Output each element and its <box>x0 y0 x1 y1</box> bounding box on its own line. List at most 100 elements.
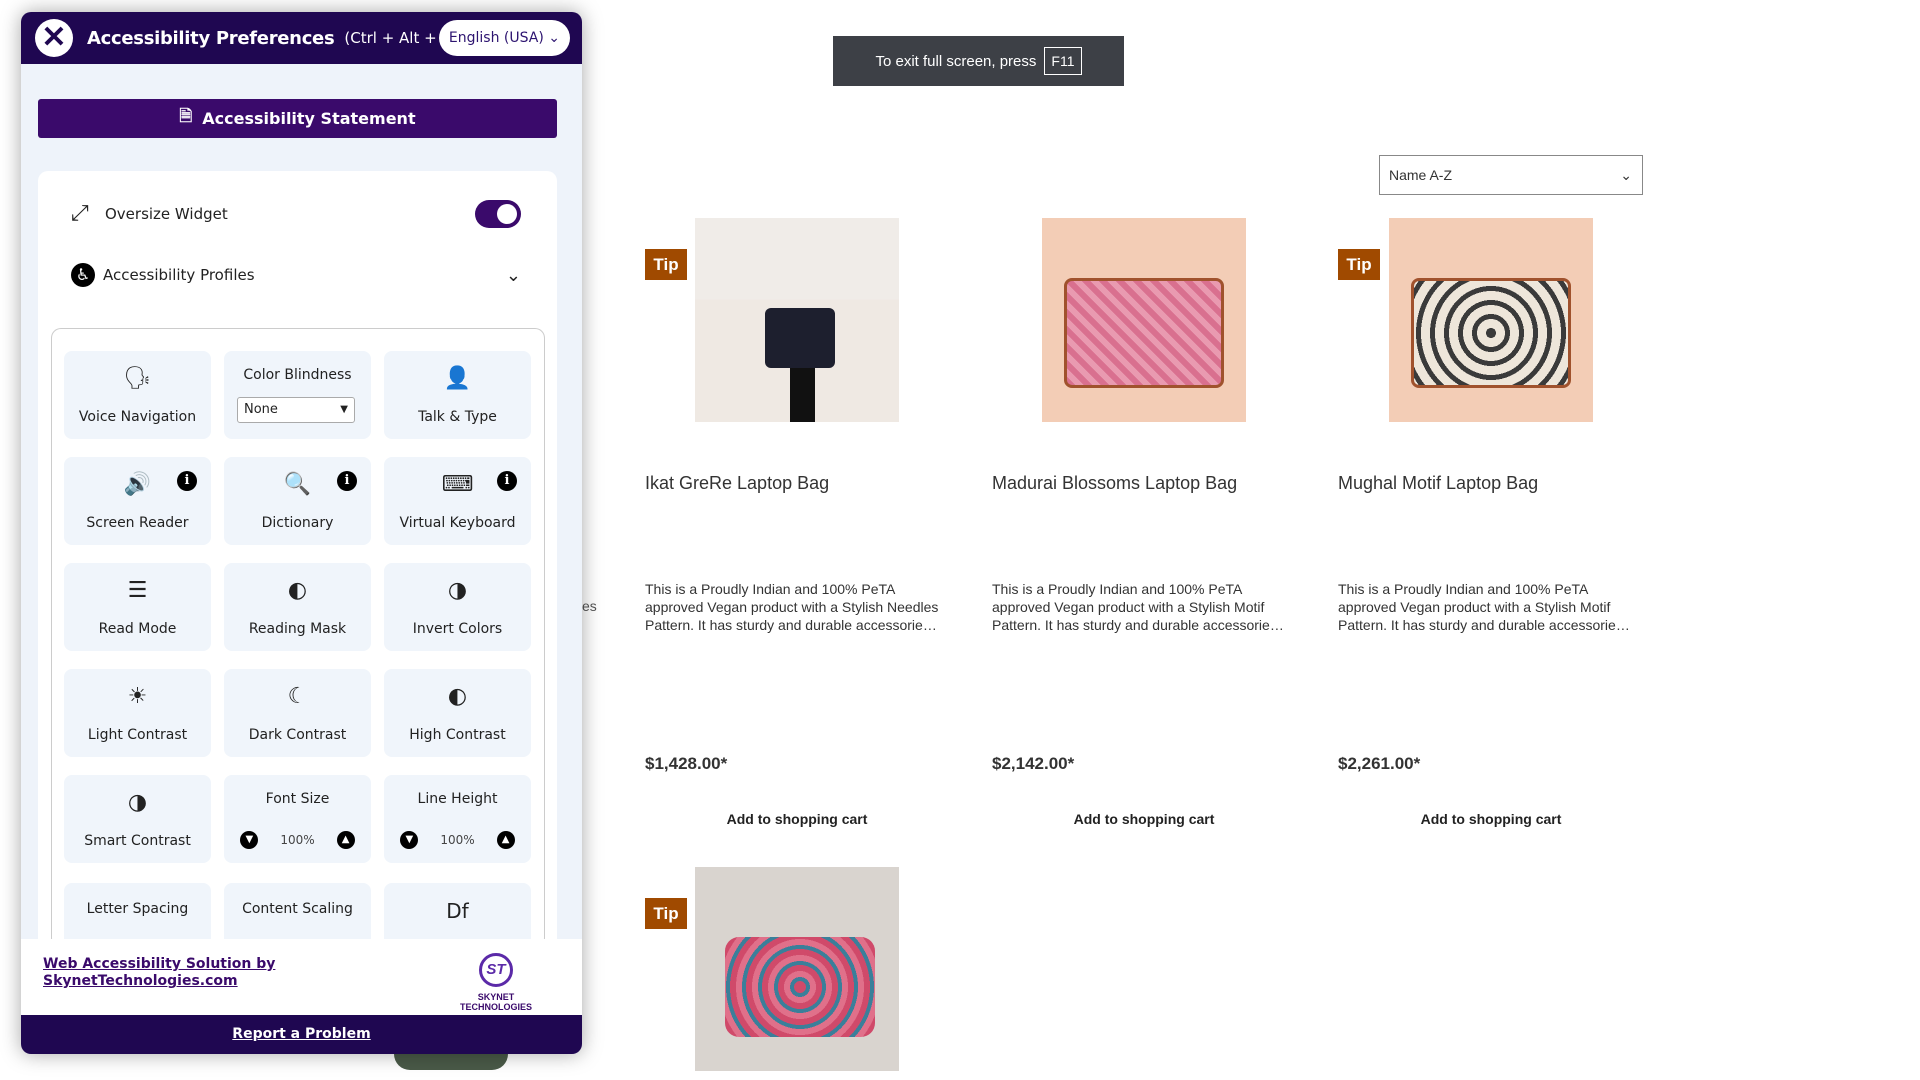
product-title[interactable]: Mughal Motif Laptop Bag <box>1338 473 1538 494</box>
profiles-label: Accessibility Profiles <box>103 266 255 284</box>
tile-label: Color Blindness <box>243 367 352 383</box>
reading-mask-tile[interactable]: ◐ Reading Mask <box>224 563 371 651</box>
product-title[interactable]: Ikat GreRe Laptop Bag <box>645 473 829 494</box>
language-value: English (USA) <box>448 30 544 46</box>
product-description: This is a Proudly Indian and 100% PeTA a… <box>992 581 1284 633</box>
info-icon[interactable]: i <box>337 471 357 491</box>
add-to-cart-button[interactable]: Add to shopping cart <box>695 811 899 827</box>
light-contrast-tile[interactable]: ☀ Light Contrast <box>64 669 211 757</box>
toast-key: F11 <box>1044 47 1082 75</box>
select-value: None <box>244 402 278 417</box>
line-height-value: 100% <box>440 833 475 847</box>
invert-drop-icon: ◑ <box>447 578 468 603</box>
tile-label: Content Scaling <box>242 901 353 917</box>
info-icon[interactable]: i <box>497 471 517 491</box>
tile-label: Dark Contrast <box>248 727 347 743</box>
tile-label: Read Mode <box>98 621 177 637</box>
voice-navigation-tile[interactable]: 🗣 Voice Navigation <box>64 351 211 439</box>
skynet-link[interactable]: Web Accessibility Solution by SkynetTech… <box>43 956 303 990</box>
tile-label: Invert Colors <box>412 621 503 637</box>
decrease-icon[interactable]: ▼ <box>400 831 419 849</box>
add-to-cart-button[interactable]: Add to shopping cart <box>1389 811 1593 827</box>
tip-badge: Tip <box>1338 249 1380 280</box>
logo-mark: ST <box>479 953 513 987</box>
product-image[interactable] <box>695 867 899 1071</box>
widget-header: ✕ Accessibility Preferences (Ctrl + Alt … <box>21 12 582 64</box>
smart-contrast-tile[interactable]: ◑ Smart Contrast <box>64 775 211 863</box>
oversize-widget-row: ⤢ Oversize Widget <box>71 199 551 228</box>
accessibility-person-icon: ♿ <box>71 263 95 287</box>
product-description: This is a Proudly Indian and 100% PeTA a… <box>645 581 939 633</box>
tile-label: Talk & Type <box>418 409 497 425</box>
screen-reader-tile[interactable]: 🔊 i Screen Reader <box>64 457 211 545</box>
tile-label: Letter Spacing <box>86 901 189 917</box>
tile-label: Smart Contrast <box>84 833 191 849</box>
sort-value: Name A-Z <box>1389 167 1453 183</box>
product-description: This is a Proudly Indian and 100% PeTA a… <box>1338 581 1630 633</box>
tile-label: Virtual Keyboard <box>399 515 516 531</box>
tile-label: Reading Mask <box>248 621 347 637</box>
sort-select[interactable]: Name A-Z ⌄ <box>1379 155 1643 195</box>
line-height-tile: Line Height ▼ 100% ▲ <box>384 775 531 863</box>
read-mode-tile[interactable]: ☰ Read Mode <box>64 563 211 651</box>
invert-colors-tile[interactable]: ◑ Invert Colors <box>384 563 531 651</box>
accessibility-widget: ✕ Accessibility Preferences (Ctrl + Alt … <box>21 12 582 1054</box>
dyslexia-font-icon: Df <box>446 899 469 923</box>
increase-icon[interactable]: ▲ <box>336 831 355 849</box>
product-image[interactable] <box>1389 218 1593 422</box>
partial-text: es <box>582 598 597 614</box>
expand-icon: ⤢ <box>71 201 89 226</box>
dictionary-tile[interactable]: 🔍 i Dictionary <box>224 457 371 545</box>
document-lines-icon: ☰ <box>127 578 148 603</box>
info-icon[interactable]: i <box>177 471 197 491</box>
reading-mask-icon: ◐ <box>287 578 308 603</box>
feature-grid: 🗣 Voice Navigation Color Blindness None ▼ … <box>51 328 545 971</box>
high-contrast-tile[interactable]: ◐ High Contrast <box>384 669 531 757</box>
statement-label: Accessibility Statement <box>202 109 416 128</box>
widget-title: Accessibility Preferences <box>87 27 335 49</box>
oversize-label: Oversize Widget <box>105 204 228 223</box>
add-to-cart-button[interactable]: Add to shopping cart <box>1042 811 1246 827</box>
half-circle-icon: ◐ <box>447 684 468 709</box>
accessibility-statement-button[interactable]: 🗎 Accessibility Statement <box>38 99 557 138</box>
close-icon[interactable]: ✕ <box>35 19 73 57</box>
color-blindness-select[interactable]: None ▼ <box>237 397 355 423</box>
logo-text: SKYNET TECHNOLOGIES <box>459 992 532 1012</box>
tile-label: Voice Navigation <box>78 409 197 425</box>
product-image[interactable] <box>1042 218 1246 422</box>
tile-label: Line Height <box>417 791 498 807</box>
language-select[interactable]: English (USA) ⌄ <box>438 20 570 56</box>
dark-contrast-tile[interactable]: ☾ Dark Contrast <box>224 669 371 757</box>
increase-icon[interactable]: ▲ <box>496 831 515 849</box>
chevron-down-icon: ⌄ <box>548 30 560 46</box>
product-price: $2,261.00* <box>1338 754 1421 773</box>
partial-image <box>394 1054 508 1070</box>
oversize-toggle[interactable] <box>475 199 521 228</box>
tip-badge: Tip <box>645 898 687 929</box>
tile-label: Font Size <box>265 791 330 807</box>
virtual-keyboard-tile[interactable]: ⌨ i Virtual Keyboard <box>384 457 531 545</box>
decrease-icon[interactable]: ▼ <box>240 831 259 849</box>
talk-type-tile[interactable]: 👤 Talk & Type <box>384 351 531 439</box>
smart-contrast-icon: ◑ <box>127 790 148 815</box>
tip-badge: Tip <box>645 249 687 280</box>
caret-down-icon: ▼ <box>340 404 348 415</box>
sun-icon: ☀ <box>127 684 148 709</box>
tile-label: Light Contrast <box>87 727 188 743</box>
chevron-down-icon: ⌄ <box>1620 167 1632 183</box>
product-price: $1,428.00* <box>645 754 728 773</box>
tile-label: Screen Reader <box>86 515 189 531</box>
font-size-value: 100% <box>280 833 315 847</box>
report-problem-link[interactable]: Report a Problem <box>21 1015 582 1054</box>
tile-label: Dictionary <box>261 515 334 531</box>
color-blindness-tile: Color Blindness None ▼ <box>224 351 371 439</box>
speaking-head-icon: 👤 <box>443 366 472 391</box>
fullscreen-toast: To exit full screen, press F11 <box>833 36 1124 86</box>
skynet-logo[interactable]: ST SKYNET TECHNOLOGIES <box>441 953 551 1012</box>
chevron-down-icon: ⌄ <box>505 264 521 286</box>
moon-icon: ☾ <box>287 684 308 709</box>
product-title[interactable]: Madurai Blossoms Laptop Bag <box>992 473 1237 494</box>
accessibility-profiles-row[interactable]: ♿ Accessibility Profiles ⌄ <box>71 263 521 287</box>
tile-label: High Contrast <box>409 727 506 743</box>
product-image[interactable] <box>695 218 899 422</box>
